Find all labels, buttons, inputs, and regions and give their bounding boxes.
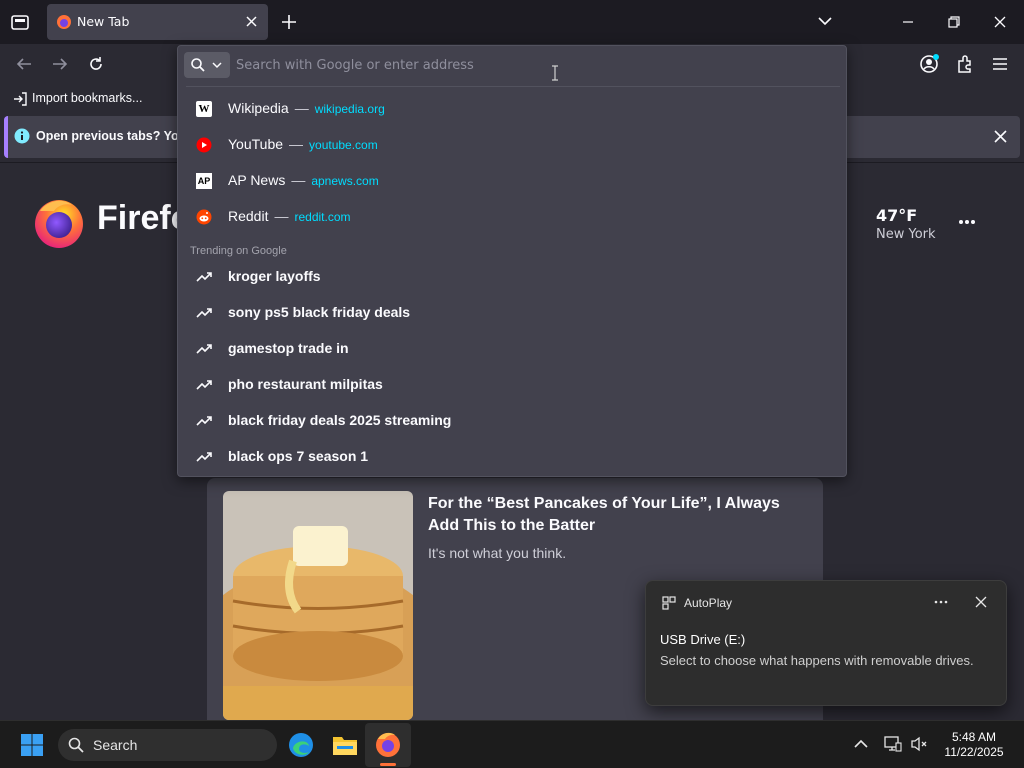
restore-icon[interactable]	[947, 15, 961, 29]
firefox-view-icon[interactable]	[10, 12, 30, 32]
notification-close-icon[interactable]	[993, 129, 1008, 144]
trending-label: gamestop trade in	[228, 340, 349, 356]
extensions-icon[interactable]	[955, 54, 975, 74]
toast-body: Select to choose what happens with remov…	[660, 653, 974, 668]
forward-arrow-icon[interactable]	[51, 56, 69, 72]
text-cursor-icon	[551, 65, 559, 81]
story-title[interactable]: For the “Best Pancakes of Your Life”, I …	[428, 493, 808, 537]
trending-suggestion[interactable]: kroger layoffs	[182, 260, 842, 294]
story-description: It's not what you think.	[428, 545, 567, 561]
search-engine-button[interactable]	[184, 52, 230, 78]
toast-more-icon[interactable]	[934, 600, 948, 604]
firefox-favicon-icon	[56, 14, 72, 30]
tab-new-tab[interactable]: New Tab	[47, 4, 268, 40]
suggestion-youtube[interactable]: YouTube — youtube.com	[182, 128, 842, 162]
wikipedia-icon: W	[196, 101, 212, 117]
suggestion-label: Wikipedia — wikipedia.org	[228, 100, 385, 116]
trending-icon	[196, 377, 212, 393]
suggestion-apnews[interactable]: AP AP News — apnews.com	[182, 164, 842, 198]
trending-suggestion[interactable]: pho restaurant milpitas	[182, 368, 842, 402]
import-bookmarks-link[interactable]: Import bookmarks...	[32, 91, 142, 105]
notification-text: Open previous tabs? You c	[36, 129, 197, 143]
trending-icon	[196, 305, 212, 321]
trending-icon	[196, 269, 212, 285]
toast-close-icon[interactable]	[975, 596, 987, 608]
show-hidden-icons-chevron-icon[interactable]	[854, 739, 868, 749]
app-menu-icon[interactable]	[991, 56, 1009, 72]
taskbar-search-label: Search	[93, 737, 138, 753]
new-tab-plus-icon[interactable]	[281, 14, 297, 30]
reload-icon[interactable]	[87, 55, 105, 73]
autoplay-app-icon	[662, 596, 676, 610]
toast-app-name: AutoPlay	[684, 596, 733, 610]
close-tab-icon[interactable]	[245, 15, 258, 28]
trending-suggestion[interactable]: black ops 7 season 1	[182, 440, 842, 474]
dropdown-separator	[186, 86, 840, 87]
trending-label: black ops 7 season 1	[228, 448, 369, 464]
window-close-icon[interactable]	[993, 15, 1007, 29]
edge-icon[interactable]	[288, 732, 314, 758]
suggestion-label: Reddit — reddit.com	[228, 208, 351, 224]
trending-icon	[196, 341, 212, 357]
search-icon	[190, 57, 206, 73]
trending-heading: Trending on Google	[190, 245, 287, 257]
account-icon[interactable]	[919, 54, 939, 74]
active-app-indicator	[380, 763, 396, 766]
suggestion-label: YouTube — youtube.com	[228, 136, 378, 152]
reddit-icon	[196, 209, 212, 225]
suggestion-reddit[interactable]: Reddit — reddit.com	[182, 200, 842, 234]
clock-date: 11/22/2025	[944, 745, 1004, 759]
youtube-icon	[196, 137, 212, 153]
pancake-image	[223, 491, 413, 720]
search-icon	[68, 737, 84, 753]
info-icon	[14, 128, 30, 144]
weather-more-icon[interactable]	[958, 219, 976, 225]
taskbar-clock[interactable]: 5:48 AM 11/22/2025	[934, 730, 1014, 760]
autoplay-notification[interactable]: AutoPlay USB Drive (E:) Select to choose…	[645, 580, 1007, 706]
notification-accent	[4, 116, 8, 158]
weather-temperature[interactable]: 47°F	[876, 206, 917, 225]
trending-icon	[196, 413, 212, 429]
file-explorer-icon[interactable]	[332, 733, 358, 757]
urlbar-dropdown: W Wikipedia—wikipedia.org YouTube—youtub…	[177, 45, 847, 477]
trending-suggestion[interactable]: gamestop trade in	[182, 332, 842, 366]
weather-location[interactable]: New York	[876, 227, 936, 242]
trending-label: kroger layoffs	[228, 268, 321, 284]
toast-heading: USB Drive (E:)	[660, 632, 746, 647]
firefox-taskbar-button[interactable]	[365, 723, 411, 767]
firefox-taskbar-icon	[375, 731, 401, 757]
list-all-tabs-chevron-icon[interactable]	[817, 14, 833, 28]
back-arrow-icon[interactable]	[15, 56, 33, 72]
tab-title: New Tab	[77, 14, 130, 29]
minimize-icon[interactable]	[901, 15, 915, 29]
windows-start-icon[interactable]	[20, 733, 44, 757]
url-input[interactable]	[234, 53, 834, 77]
taskbar-search[interactable]: Search	[58, 729, 277, 761]
taskbar: Search 5:48 AM 11/22/2025	[0, 720, 1024, 768]
chevron-down-icon	[212, 61, 222, 69]
clock-time: 5:48 AM	[951, 730, 997, 744]
tab-strip: New Tab	[0, 0, 1024, 44]
trending-label: sony ps5 black friday deals	[228, 304, 411, 320]
firefox-logo-icon	[32, 195, 86, 249]
trending-label: black friday deals 2025 streaming	[228, 412, 452, 428]
suggestion-wikipedia[interactable]: W Wikipedia — wikipedia.org	[182, 92, 842, 126]
trending-suggestion[interactable]: sony ps5 black friday deals	[182, 296, 842, 330]
trending-label: pho restaurant milpitas	[228, 376, 383, 392]
import-icon	[12, 91, 28, 107]
apnews-icon: AP	[196, 173, 212, 189]
volume-muted-icon[interactable]	[910, 736, 928, 752]
trending-suggestion[interactable]: black friday deals 2025 streaming	[182, 404, 842, 438]
network-icon[interactable]	[884, 736, 902, 752]
trending-icon	[196, 449, 212, 465]
suggestion-label: AP News — apnews.com	[228, 172, 379, 188]
